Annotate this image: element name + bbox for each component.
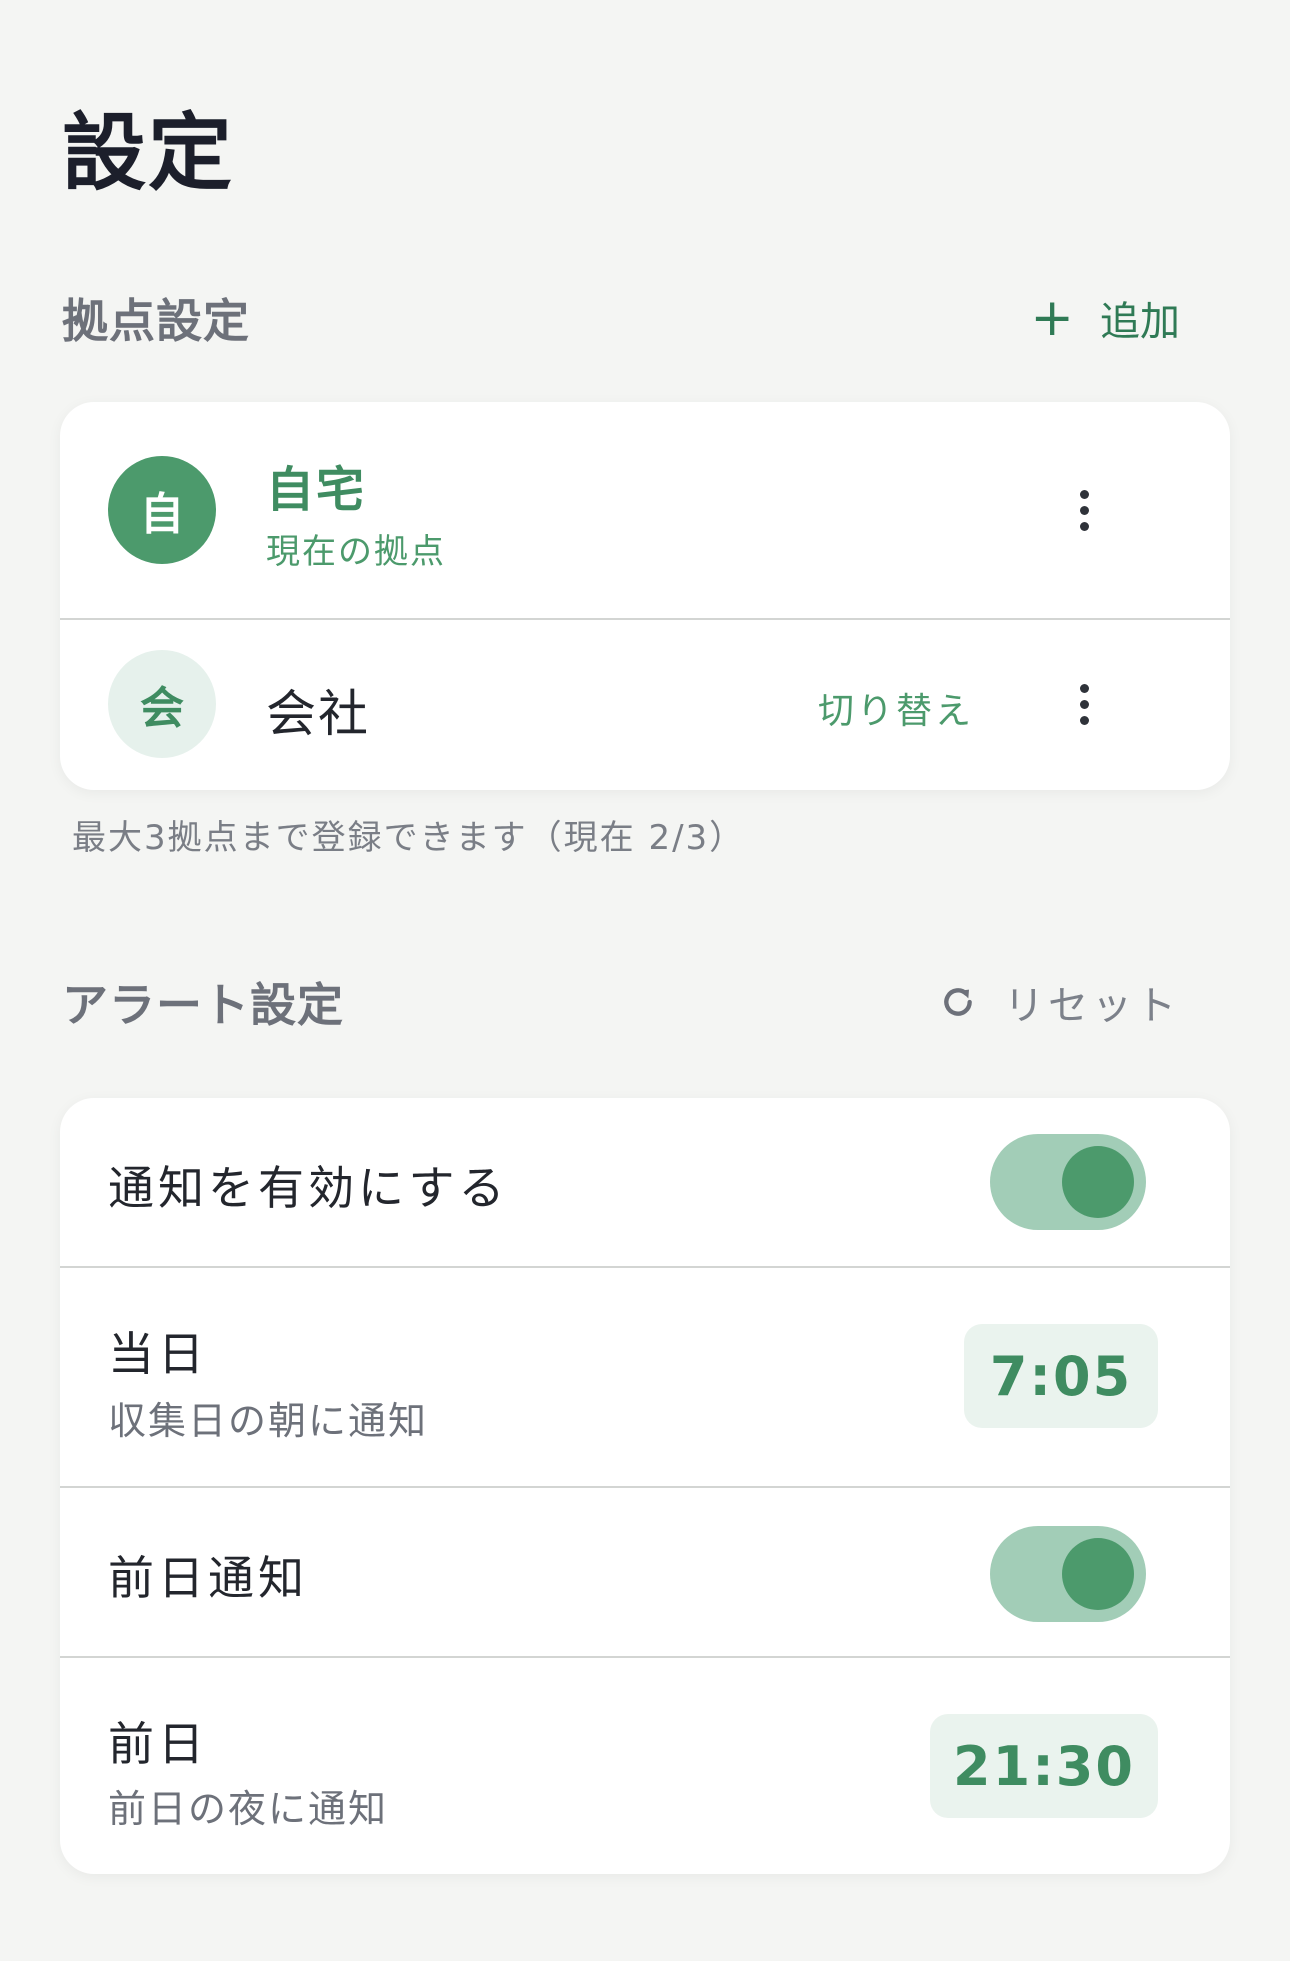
enable-notifications-row[interactable]: 通知を有効にする (60, 1098, 1230, 1268)
page-title: 設定 (62, 104, 235, 202)
current-location-badge: 現在の拠点 (266, 532, 446, 572)
alerts-section-header: アラート設定 リセット (62, 962, 1228, 1042)
previous-day-label: 前日 (108, 1717, 208, 1771)
previous-day-time-button[interactable]: 21:30 (930, 1714, 1158, 1818)
add-location-label: 追加 (1100, 299, 1180, 345)
add-location-button[interactable]: + 追加 (1030, 289, 1228, 347)
location-name-office: 会社 (266, 685, 370, 743)
more-options-icon[interactable] (1064, 480, 1104, 540)
same-day-row[interactable]: 当日 収集日の朝に通知 7:05 (60, 1268, 1230, 1488)
location-name-home: 自宅 (266, 462, 367, 518)
previous-day-toggle-row[interactable]: 前日通知 (60, 1488, 1230, 1658)
refresh-icon (938, 982, 978, 1022)
switch-location-button[interactable]: 切り替え (818, 682, 974, 734)
location-row-home[interactable]: 自 自宅 現在の拠点 (60, 402, 1230, 620)
location-avatar-home: 自 (108, 456, 216, 564)
location-limit-note: 最大3拠点まで登録できます（現在 2/3） (72, 818, 746, 858)
locations-section-title: 拠点設定 (62, 294, 250, 348)
more-options-icon[interactable] (1064, 674, 1104, 734)
plus-icon: + (1030, 288, 1074, 348)
previous-day-row[interactable]: 前日 前日の夜に通知 21:30 (60, 1658, 1230, 1874)
same-day-time-button[interactable]: 7:05 (964, 1324, 1158, 1428)
enable-notifications-label: 通知を有効にする (108, 1161, 509, 1215)
alerts-card: 通知を有効にする 当日 収集日の朝に通知 7:05 前日通知 前日 前日の夜に通… (60, 1098, 1230, 1874)
reset-label: リセット (1004, 983, 1180, 1029)
location-row-office[interactable]: 会 会社 切り替え (60, 620, 1230, 790)
same-day-label: 当日 (108, 1327, 208, 1381)
toggle-knob (1062, 1538, 1134, 1610)
alerts-section-title: アラート設定 (62, 978, 344, 1032)
same-day-description: 収集日の朝に通知 (108, 1399, 429, 1443)
enable-notifications-toggle[interactable] (990, 1134, 1146, 1230)
location-avatar-office: 会 (108, 650, 216, 758)
reset-button[interactable]: リセット (938, 973, 1228, 1031)
previous-day-description: 前日の夜に通知 (108, 1787, 389, 1831)
previous-day-toggle-label: 前日通知 (108, 1551, 308, 1605)
toggle-knob (1062, 1146, 1134, 1218)
locations-card: 自 自宅 現在の拠点 会 会社 切り替え (60, 402, 1230, 790)
locations-section-header: 拠点設定 + 追加 (62, 278, 1228, 358)
previous-day-toggle[interactable] (990, 1526, 1146, 1622)
